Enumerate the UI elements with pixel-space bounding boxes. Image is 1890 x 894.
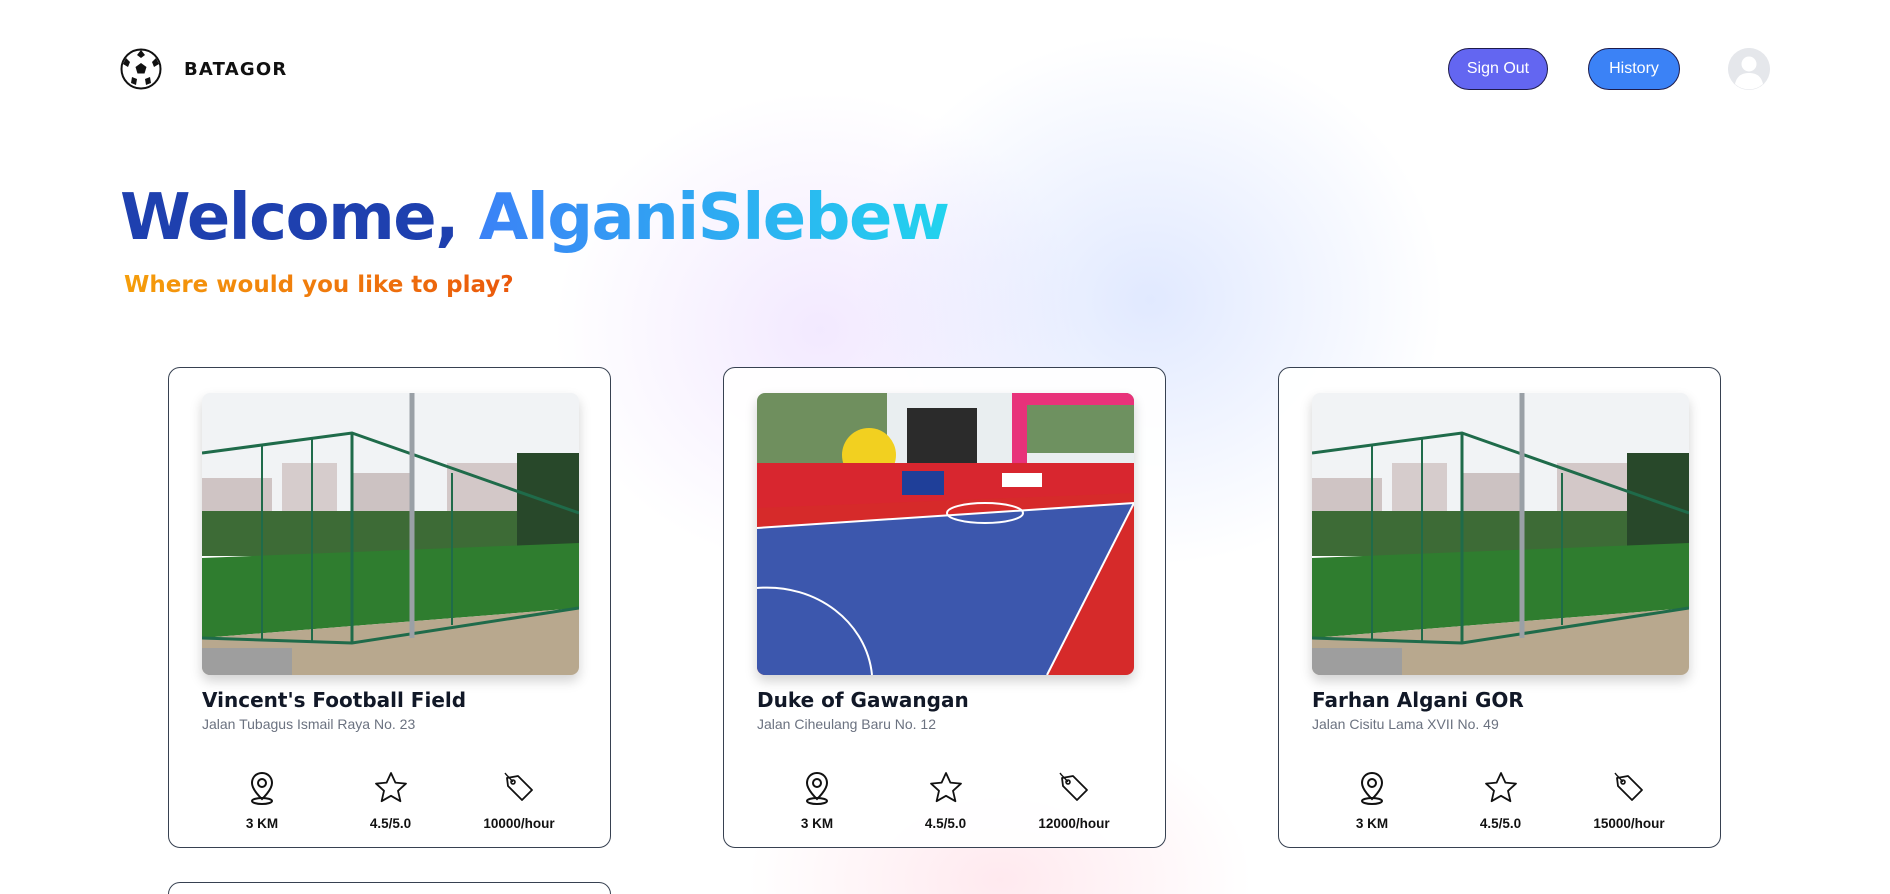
price-tag-icon [1614, 772, 1643, 801]
user-avatar-icon[interactable] [1728, 48, 1770, 90]
soccer-ball-icon [120, 48, 162, 90]
outdoor-turf-field-photo [202, 393, 579, 675]
rating-stat: 4.5/5.0 [886, 770, 1006, 831]
price-stat: 12000/hour [1014, 770, 1134, 831]
price-value: 12000/hour [1038, 816, 1110, 831]
brand[interactable]: BATAGOR [120, 48, 287, 90]
distance-value: 3 KM [245, 816, 279, 831]
distance-stat: 3 KM [1312, 770, 1432, 831]
price-value: 10000/hour [483, 816, 555, 831]
field-photo [1312, 393, 1689, 675]
distance-value: 3 KM [1355, 816, 1389, 831]
rating-value: 4.5/5.0 [924, 816, 967, 831]
map-pin-icon [805, 771, 829, 805]
map-pin-icon [1360, 771, 1384, 805]
price-stat: 15000/hour [1569, 770, 1689, 831]
field-stats: 3 KM 4.5/5.0 12000/hour [757, 770, 1134, 831]
rating-value: 4.5/5.0 [369, 816, 412, 831]
star-icon [374, 772, 407, 803]
price-stat: 10000/hour [459, 770, 579, 831]
field-photo [757, 393, 1134, 675]
distance-value: 3 KM [800, 816, 834, 831]
history-button[interactable]: History [1588, 48, 1680, 90]
field-card[interactable]: Duke of Gawangan Jalan Ciheulang Baru No… [723, 367, 1166, 848]
price-tag-icon [504, 772, 533, 801]
brand-name: BATAGOR [184, 58, 288, 80]
map-pin-icon [250, 771, 274, 805]
field-address: Jalan Cisitu Lama XVII No. 49 [1312, 716, 1499, 732]
field-card[interactable] [168, 882, 611, 894]
futsal-court-photo [757, 393, 1134, 675]
field-stats: 3 KM 4.5/5.0 10000/hour [202, 770, 579, 831]
sign-out-button[interactable]: Sign Out [1448, 48, 1548, 90]
field-name: Vincent's Football Field [202, 688, 467, 712]
price-value: 15000/hour [1593, 816, 1665, 831]
field-photo [202, 393, 579, 675]
outdoor-turf-field-photo [1312, 393, 1689, 675]
field-card[interactable]: Farhan Algani GOR Jalan Cisitu Lama XVII… [1278, 367, 1721, 848]
page-subtitle: Where would you like to play? [124, 272, 514, 298]
price-tag-icon [1059, 772, 1088, 801]
field-address: Jalan Ciheulang Baru No. 12 [757, 716, 937, 732]
star-icon [1484, 772, 1517, 803]
field-stats: 3 KM 4.5/5.0 15000/hour [1312, 770, 1689, 831]
field-card[interactable]: Vincent's Football Field Jalan Tubagus I… [168, 367, 611, 848]
field-name: Duke of Gawangan [757, 688, 969, 712]
star-icon [929, 772, 962, 803]
distance-stat: 3 KM [202, 770, 322, 831]
rating-stat: 4.5/5.0 [1441, 770, 1561, 831]
distance-stat: 3 KM [757, 770, 877, 831]
rating-stat: 4.5/5.0 [331, 770, 451, 831]
welcome-greeting: Welcome, [120, 181, 479, 255]
nav-actions: Sign Out History [1448, 48, 1770, 90]
username: AlganiSlebew [478, 181, 950, 255]
field-name: Farhan Algani GOR [1312, 688, 1524, 712]
page-title: Welcome, AlganiSlebew [120, 180, 950, 256]
field-address: Jalan Tubagus Ismail Raya No. 23 [202, 716, 416, 732]
navbar: BATAGOR Sign Out History [120, 48, 1770, 90]
rating-value: 4.5/5.0 [1479, 816, 1522, 831]
